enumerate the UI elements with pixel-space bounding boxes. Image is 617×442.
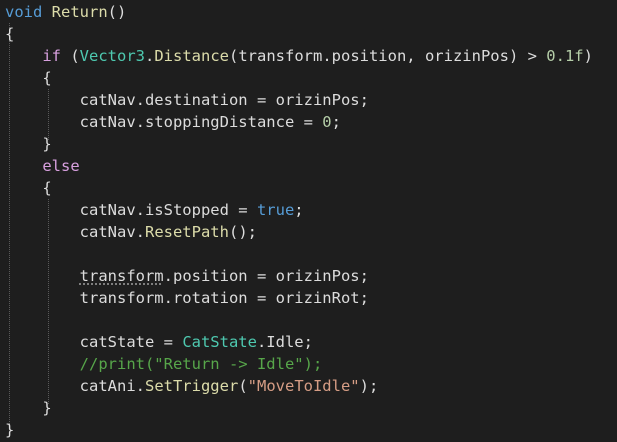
code-line: catNav.destination = orizinPos; bbox=[5, 89, 369, 111]
code-token: ); bbox=[359, 377, 379, 395]
code-line: catNav.stoppingDistance = 0; bbox=[5, 111, 341, 133]
code-token: "MoveToIdle" bbox=[247, 377, 360, 395]
code-token: catNav.destination = orizinPos; bbox=[5, 91, 369, 109]
code-token: { bbox=[5, 25, 15, 43]
code-line: catNav.isStopped = true; bbox=[5, 199, 304, 221]
code-token: void bbox=[5, 3, 43, 21]
code-token: } bbox=[5, 399, 52, 417]
code-token: Return bbox=[51, 3, 108, 21]
code-editor[interactable]: void Return(){ if (Vector3.Distance(tran… bbox=[0, 0, 617, 442]
code-token: catNav.stoppingDistance = bbox=[5, 113, 323, 131]
code-line: { bbox=[5, 67, 52, 89]
code-token: { bbox=[5, 179, 52, 197]
code-line: } bbox=[5, 397, 52, 419]
code-token: ; bbox=[331, 113, 341, 131]
code-line: if (Vector3.Distance(transform.position,… bbox=[5, 45, 593, 67]
code-line: catState = CatState.Idle; bbox=[5, 331, 313, 353]
code-token: .Idle; bbox=[256, 333, 313, 351]
code-token: catNav.isStopped = bbox=[5, 201, 257, 219]
code-token: transform.rotation = orizinRot; bbox=[5, 289, 369, 307]
code-token: transform bbox=[79, 267, 164, 285]
code-token: catNav. bbox=[5, 223, 145, 241]
code-line: catNav.ResetPath(); bbox=[5, 221, 257, 243]
code-token: ; bbox=[294, 201, 304, 219]
code-line: transform.rotation = orizinRot; bbox=[5, 287, 369, 309]
code-token: (transform.position, orizinPos) > bbox=[229, 47, 547, 65]
code-token: if bbox=[42, 47, 61, 65]
code-token: . bbox=[145, 47, 155, 65]
code-token: Vector3 bbox=[79, 47, 145, 65]
code-token: ( bbox=[61, 47, 80, 65]
code-token: true bbox=[256, 201, 295, 219]
code-token: ResetPath bbox=[144, 223, 229, 241]
code-line: //print("Return -> Idle"); bbox=[5, 353, 323, 375]
code-token: SetTrigger bbox=[144, 377, 239, 395]
code-line: transform.position = orizinPos; bbox=[5, 265, 369, 287]
code-line: void Return() bbox=[5, 1, 126, 23]
code-token: 0.1f bbox=[546, 47, 584, 65]
code-line: { bbox=[5, 177, 52, 199]
code-line: catAni.SetTrigger("MoveToIdle"); bbox=[5, 375, 379, 397]
code-token: (); bbox=[228, 223, 257, 241]
code-token: 0 bbox=[322, 113, 332, 131]
code-token: ( bbox=[238, 377, 248, 395]
code-token: } bbox=[5, 421, 15, 439]
code-token: .position = orizinPos; bbox=[163, 267, 369, 285]
code-token: ) bbox=[583, 47, 593, 65]
code-token: { bbox=[5, 69, 52, 87]
code-token: catState = bbox=[5, 333, 183, 351]
code-token: } bbox=[5, 135, 52, 153]
code-line: else bbox=[5, 155, 80, 177]
code-token: else bbox=[42, 157, 80, 175]
code-token: catAni. bbox=[5, 377, 145, 395]
code-line: { bbox=[5, 23, 14, 45]
code-token: //print("Return -> Idle"); bbox=[79, 355, 323, 373]
code-line: } bbox=[5, 133, 52, 155]
code-token: Distance bbox=[154, 47, 229, 65]
code-token: CatState bbox=[182, 333, 257, 351]
code-line: } bbox=[5, 419, 14, 441]
code-token: () bbox=[107, 3, 127, 21]
